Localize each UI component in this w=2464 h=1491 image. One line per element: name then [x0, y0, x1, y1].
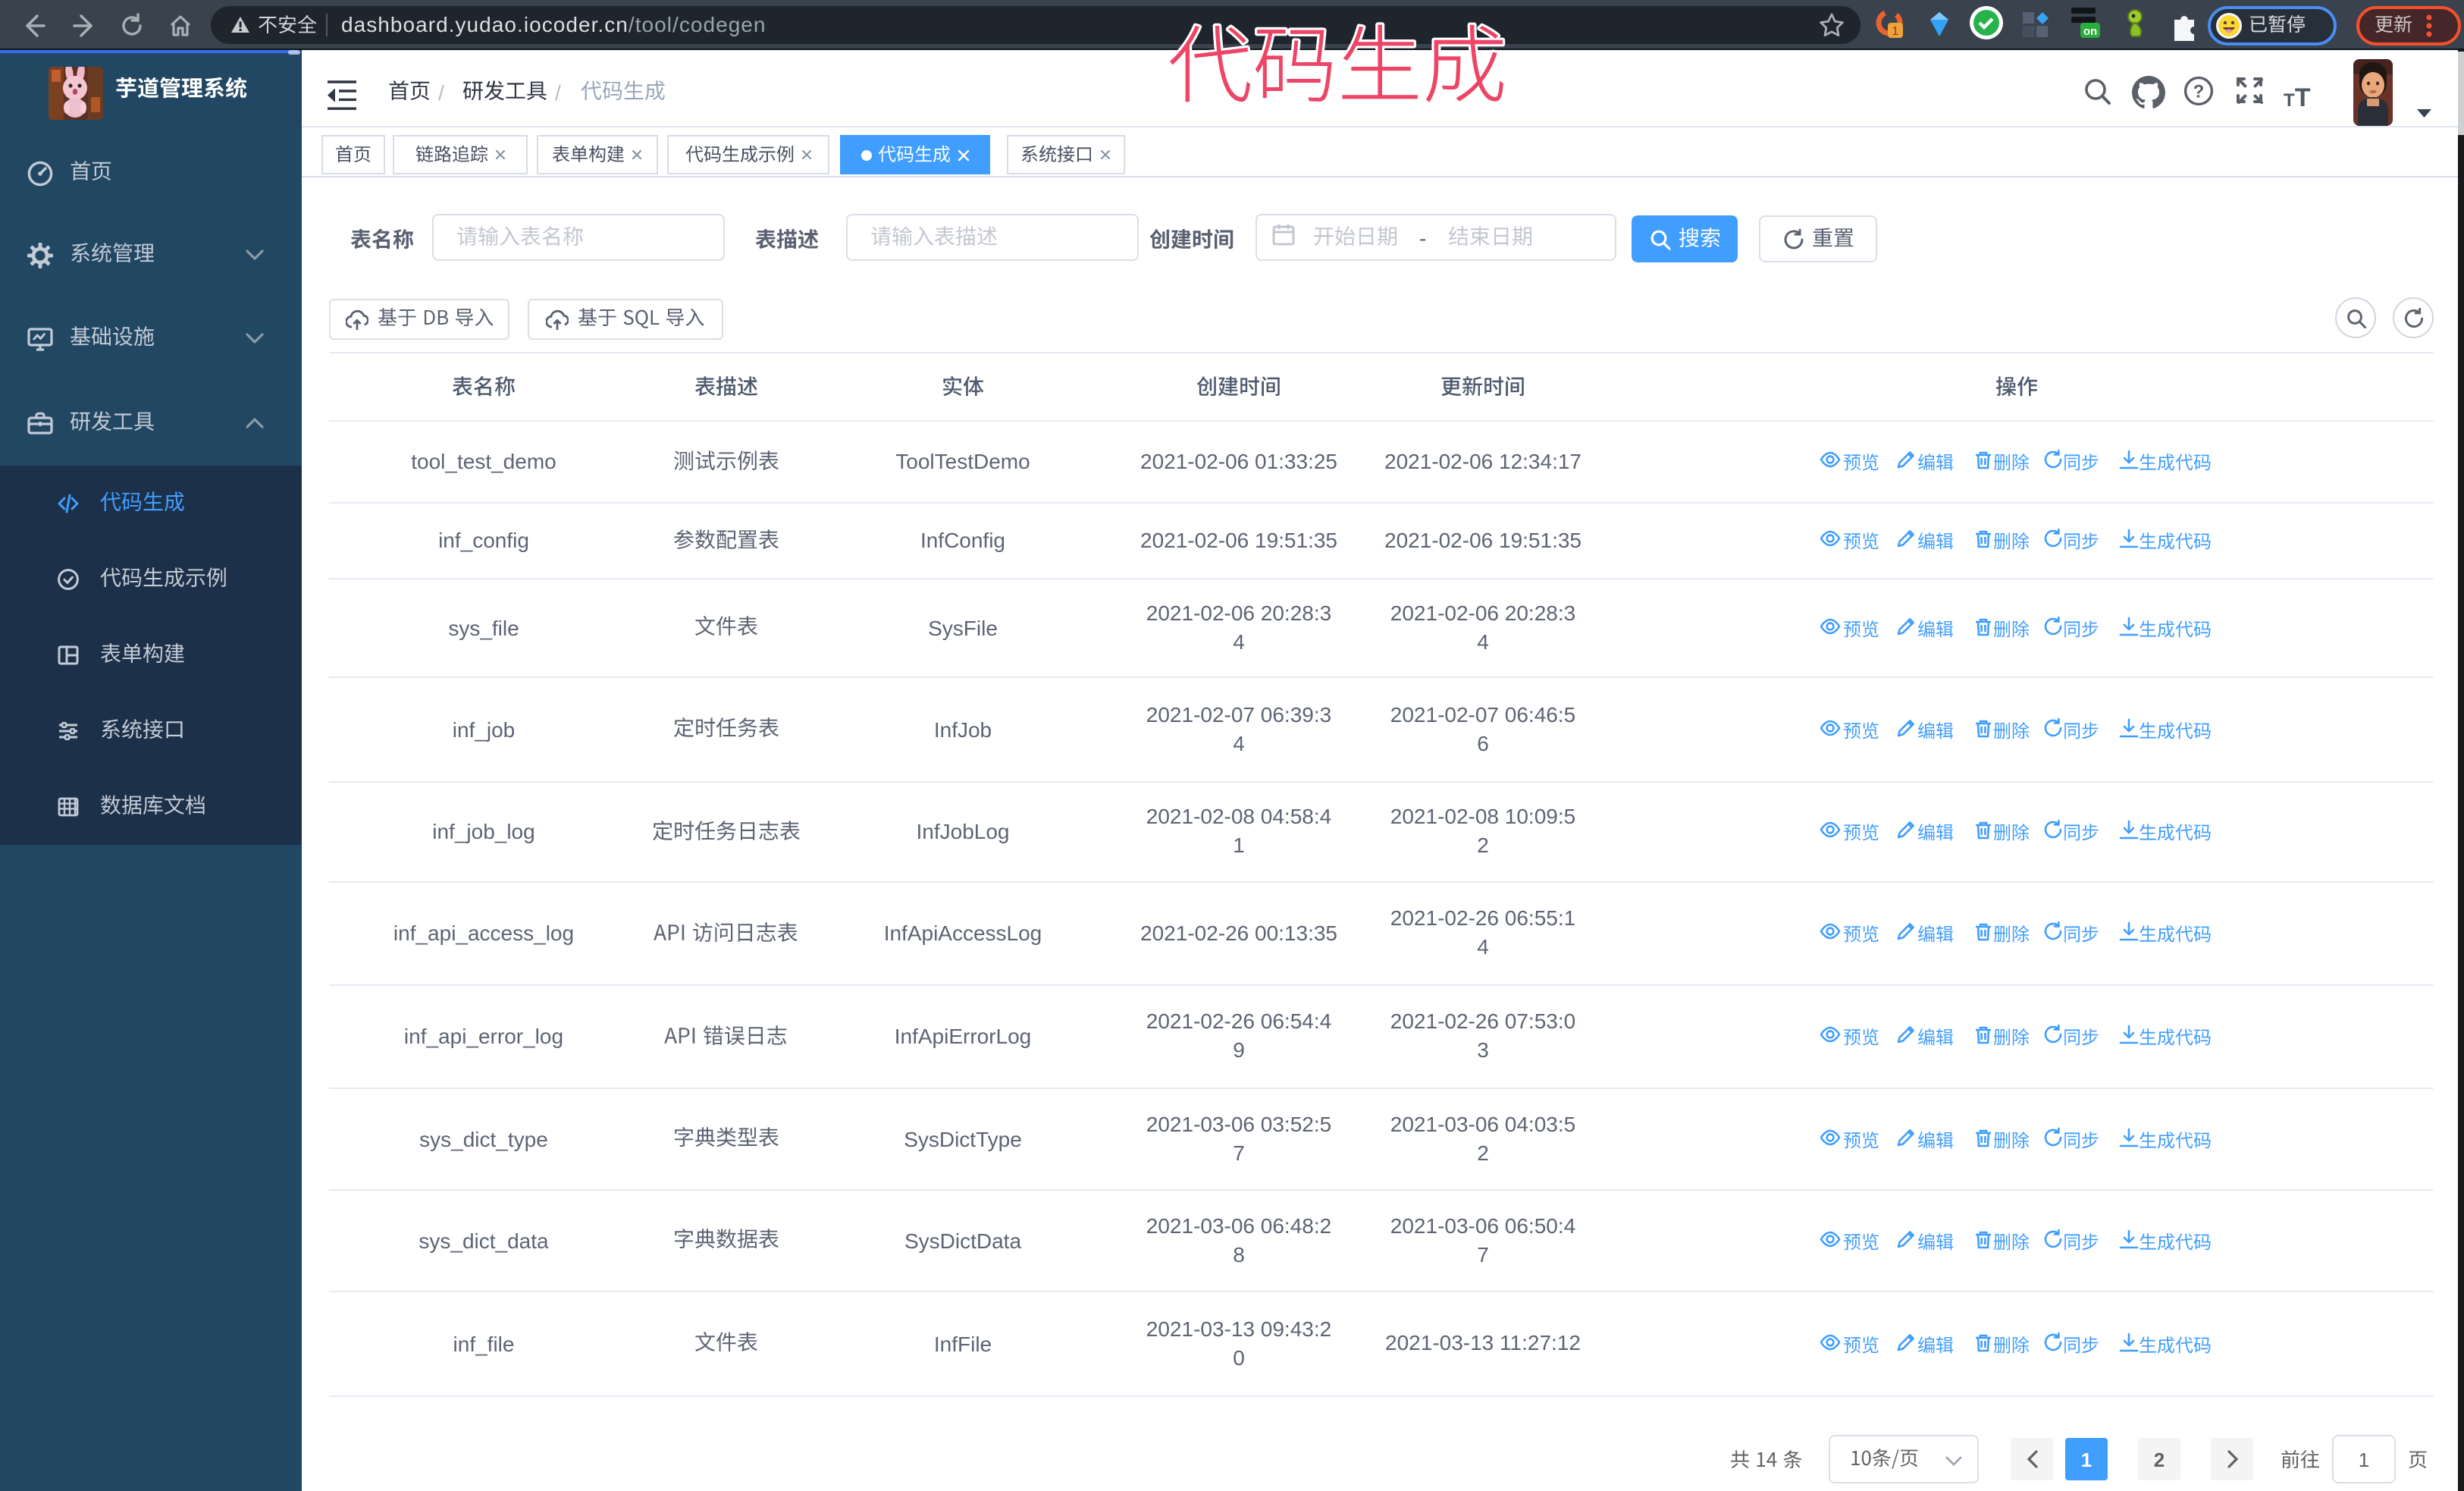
- svg-text:?: ?: [2193, 81, 2205, 102]
- svg-text:on: on: [2083, 25, 2097, 38]
- svg-text:1: 1: [1892, 25, 1899, 38]
